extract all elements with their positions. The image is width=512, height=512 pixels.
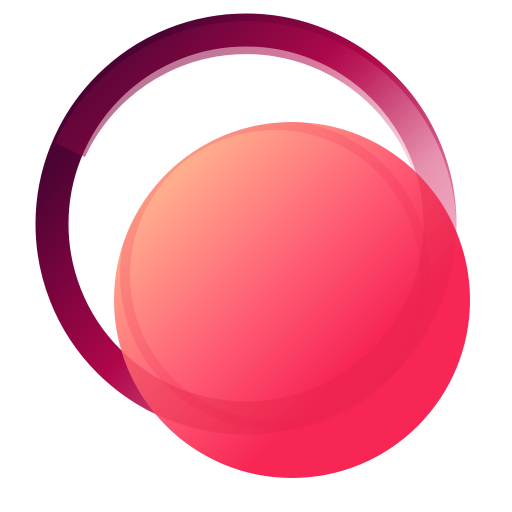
ring-and-sphere-logo-icon	[35, 13, 470, 478]
app-icon-canvas	[0, 0, 512, 512]
